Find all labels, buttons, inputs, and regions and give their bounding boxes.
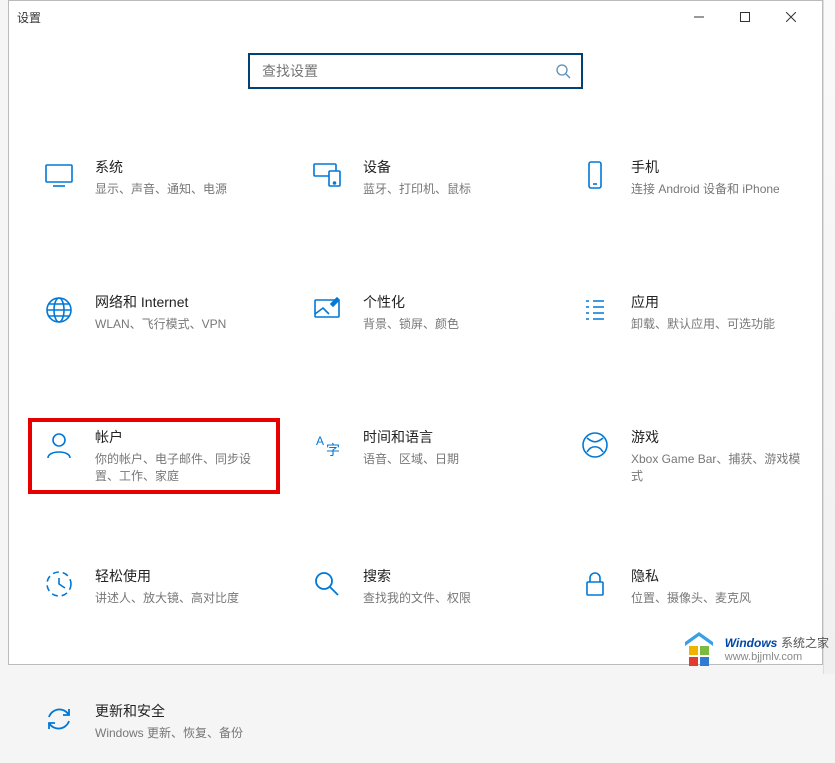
tile-apps[interactable]: 应用 卸载、默认应用、可选功能: [565, 284, 815, 354]
tile-devices[interactable]: 设备 蓝牙、打印机、鼠标: [297, 149, 547, 219]
watermark-brand: Windows: [725, 636, 778, 650]
titlebar: 设置: [9, 1, 822, 33]
tile-search[interactable]: 搜索 查找我的文件、权限: [297, 558, 547, 628]
window-controls: [676, 1, 814, 33]
tile-desc: 卸载、默认应用、可选功能: [631, 316, 775, 333]
devices-icon: [303, 159, 351, 191]
tile-title: 设备: [363, 157, 471, 177]
tile-privacy[interactable]: 隐私 位置、摄像头、麦克风: [565, 558, 815, 628]
close-button[interactable]: [768, 1, 814, 33]
tile-title: 时间和语言: [363, 427, 459, 447]
tile-desc: 语音、区域、日期: [363, 451, 459, 468]
window-title: 设置: [17, 9, 41, 26]
settings-window: 设置: [8, 0, 823, 665]
tile-desc: 背景、锁屏、颜色: [363, 316, 459, 333]
xbox-icon: [571, 429, 619, 461]
search-tile-icon: [303, 568, 351, 600]
watermark-brand-tail: 系统之家: [781, 636, 829, 650]
tile-title: 网络和 Internet: [95, 292, 226, 312]
tile-desc: 你的帐户、电子邮件、同步设置、工作、家庭: [95, 451, 265, 485]
tile-title: 轻松使用: [95, 566, 239, 586]
tile-desc: Xbox Game Bar、捕获、游戏模式: [631, 451, 801, 485]
watermark-logo-icon: [679, 628, 719, 668]
close-icon: [786, 12, 796, 22]
svg-text:字: 字: [326, 442, 340, 458]
lock-icon: [571, 568, 619, 600]
language-icon: A字: [303, 429, 351, 461]
tile-desc: 显示、声音、通知、电源: [95, 181, 227, 198]
tile-title: 搜索: [363, 566, 471, 586]
tile-update-security[interactable]: 更新和安全 Windows 更新、恢复、备份: [29, 693, 279, 763]
maximize-icon: [740, 12, 750, 22]
tile-desc: 讲述人、放大镜、高对比度: [95, 590, 239, 607]
tile-phone[interactable]: 手机 连接 Android 设备和 iPhone: [565, 149, 815, 219]
tile-title: 更新和安全: [95, 701, 243, 721]
tile-title: 应用: [631, 292, 775, 312]
tile-system[interactable]: 系统 显示、声音、通知、电源: [29, 149, 279, 219]
tile-title: 隐私: [631, 566, 751, 586]
accessibility-icon: [35, 568, 83, 600]
tile-time-language[interactable]: A字 时间和语言 语音、区域、日期: [297, 419, 547, 493]
search-box[interactable]: [248, 53, 583, 89]
search-icon: [555, 63, 571, 79]
tile-title: 手机: [631, 157, 780, 177]
minimize-icon: [694, 12, 704, 22]
tile-gaming[interactable]: 游戏 Xbox Game Bar、捕获、游戏模式: [565, 419, 815, 493]
tile-desc: 查找我的文件、权限: [363, 590, 471, 607]
tile-accounts[interactable]: 帐户 你的帐户、电子邮件、同步设置、工作、家庭: [29, 419, 279, 493]
apps-icon: [571, 294, 619, 326]
person-icon: [35, 429, 83, 461]
tile-desc: 蓝牙、打印机、鼠标: [363, 181, 471, 198]
paint-icon: [303, 294, 351, 326]
tile-title: 系统: [95, 157, 227, 177]
tile-desc: 连接 Android 设备和 iPhone: [631, 181, 780, 198]
tile-desc: Windows 更新、恢复、备份: [95, 725, 243, 742]
tile-desc: 位置、摄像头、麦克风: [631, 590, 751, 607]
tile-desc: WLAN、飞行模式、VPN: [95, 316, 226, 333]
right-strip: [823, 0, 835, 674]
tile-network[interactable]: 网络和 Internet WLAN、飞行模式、VPN: [29, 284, 279, 354]
tile-title: 个性化: [363, 292, 459, 312]
tile-title: 帐户: [95, 427, 265, 447]
minimize-button[interactable]: [676, 1, 722, 33]
maximize-button[interactable]: [722, 1, 768, 33]
sync-icon: [35, 703, 83, 735]
search-input[interactable]: [260, 62, 555, 80]
watermark: Windows 系统之家 www.bjjmlv.com: [679, 628, 829, 668]
watermark-url: www.bjjmlv.com: [725, 651, 829, 663]
phone-icon: [571, 159, 619, 191]
svg-text:A: A: [316, 434, 324, 448]
display-icon: [35, 159, 83, 191]
globe-icon: [35, 294, 83, 326]
tile-title: 游戏: [631, 427, 801, 447]
tile-personalization[interactable]: 个性化 背景、锁屏、颜色: [297, 284, 547, 354]
tile-ease-of-access[interactable]: 轻松使用 讲述人、放大镜、高对比度: [29, 558, 279, 628]
